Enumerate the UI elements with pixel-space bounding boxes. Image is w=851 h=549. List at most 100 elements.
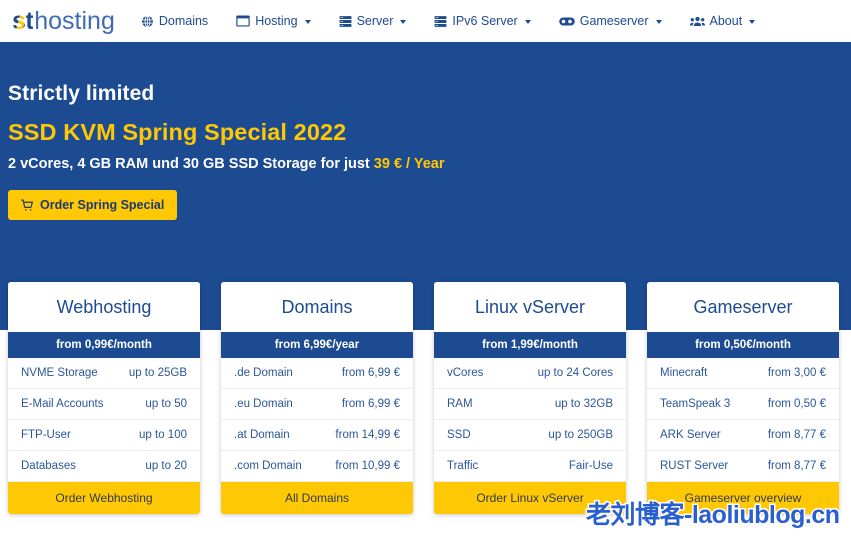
feature-row: E-Mail Accounts up to 50	[8, 389, 200, 420]
feature-label: Minecraft	[660, 367, 708, 379]
nav-item-about[interactable]: About	[689, 14, 756, 28]
nav-item-label: About	[709, 14, 743, 28]
feature-value: up to 25GB	[128, 367, 187, 379]
site-header: st hosting Domains Hosting Server IPv6 Serv…	[0, 0, 851, 42]
feature-row: .at Domain from 14,99 €	[221, 420, 413, 451]
page-root: st hosting Domains Hosting Server IPv6 Serv…	[0, 0, 851, 549]
feature-value: up to 24 Cores	[537, 367, 613, 379]
order-spring-special-label: Order Spring Special	[40, 198, 165, 212]
feature-label: Traffic	[447, 460, 479, 472]
feature-label: .at Domain	[234, 429, 290, 441]
feature-row: FTP-User up to 100	[8, 420, 200, 451]
pricing-card-webhosting: Webhosting from 0,99€/month NVME Storage up…	[8, 282, 200, 514]
feature-row: SSD up to 250GB	[434, 420, 626, 451]
feature-label: .eu Domain	[234, 398, 293, 410]
feature-value: from 6,99 €	[341, 398, 400, 410]
feature-value: up to 250GB	[548, 429, 613, 441]
feature-value: Fair-Use	[568, 460, 613, 472]
feature-value: from 3,00 €	[767, 367, 826, 379]
chevron-down-icon	[304, 20, 311, 24]
watermark: 老刘博客-laoliublog.cn	[585, 500, 842, 531]
feature-value: from 10,99 €	[335, 460, 400, 472]
server-rack-icon	[339, 15, 352, 28]
nav-item-label: Domains	[158, 14, 209, 28]
feature-row: .com Domain from 10,99 €	[221, 451, 413, 482]
feature-row: Databases up to 20	[8, 451, 200, 482]
pricing-card-price: from 1,99€/month	[434, 332, 626, 358]
feature-row: RAM up to 32GB	[434, 389, 626, 420]
pricing-card-title: Linux vServer	[434, 282, 626, 332]
feature-row: NVME Storage up to 25GB	[8, 358, 200, 389]
pricing-card-gameserver: Gameserver from 0,50€/month Minecraft from …	[647, 282, 839, 514]
people-icon	[689, 15, 705, 27]
feature-label: RUST Server	[660, 460, 729, 472]
hero-subtitle-text: 2 vCores, 4 GB RAM und 30 GB SSD Storage…	[8, 156, 374, 172]
globe-icon	[141, 15, 154, 28]
pricing-card-title: Domains	[221, 282, 413, 332]
nav-item-gameserver[interactable]: Gameserver	[558, 14, 662, 28]
hero-title: SSD KVM Spring Special 2022	[8, 119, 347, 145]
feature-row: .de Domain from 6,99 €	[221, 358, 413, 389]
feature-row: vCores up to 24 Cores	[434, 358, 626, 389]
nav-item-server[interactable]: Server	[339, 14, 407, 28]
feature-value: up to 20	[145, 460, 187, 472]
logo-mark: st	[12, 6, 34, 35]
nav-item-label: IPv6 Server	[452, 14, 518, 28]
chevron-down-icon	[524, 20, 531, 24]
pricing-card-domains: Domains from 6,99€/year .de Domain from 6,9…	[221, 282, 413, 514]
browser-icon	[236, 15, 250, 27]
feature-row: ARK Server from 8,77 €	[647, 420, 839, 451]
pricing-card-title: Webhosting	[8, 282, 200, 332]
site-logo[interactable]: st hosting	[12, 6, 115, 35]
feature-value: from 8,77 €	[767, 429, 826, 441]
chevron-down-icon	[749, 20, 756, 24]
feature-label: NVME Storage	[21, 367, 98, 379]
gamepad-icon	[558, 16, 575, 27]
feature-value: up to 100	[139, 429, 187, 441]
feature-row: Minecraft from 3,00 €	[647, 358, 839, 389]
nav-item-hosting[interactable]: Hosting	[236, 14, 311, 28]
feature-row: RUST Server from 8,77 €	[647, 451, 839, 482]
feature-label: Databases	[21, 460, 76, 472]
nav-item-label: Gameserver	[579, 14, 649, 28]
feature-row: .eu Domain from 6,99 €	[221, 389, 413, 420]
feature-label: TeamSpeak 3	[660, 398, 731, 410]
pricing-card-price: from 0,50€/month	[647, 332, 839, 358]
feature-label: FTP-User	[21, 429, 71, 441]
chevron-down-icon	[655, 20, 662, 24]
logo-wordmark: hosting	[34, 6, 115, 35]
pricing-cards: Webhosting from 0,99€/month NVME Storage up…	[8, 282, 843, 514]
feature-label: vCores	[447, 367, 484, 379]
server-rack-icon	[434, 15, 447, 28]
hero-price-highlight: 39 € / Year	[373, 156, 445, 172]
pricing-card-price: from 6,99€/year	[221, 332, 413, 358]
feature-row: Traffic Fair-Use	[434, 451, 626, 482]
pricing-card-price: from 0,99€/month	[8, 332, 200, 358]
nav-item-label: Server	[356, 14, 394, 28]
feature-label: SSD	[447, 429, 471, 441]
pricing-card-linux-vserver: Linux vServer from 1,99€/month vCores up to…	[434, 282, 626, 514]
feature-label: .com Domain	[234, 460, 302, 472]
feature-value: from 14,99 €	[335, 429, 400, 441]
nav-item-domains[interactable]: Domains	[141, 14, 208, 28]
feature-label: E-Mail Accounts	[21, 398, 104, 410]
pricing-card-title: Gameserver	[647, 282, 839, 332]
feature-value: from 8,77 €	[767, 460, 826, 472]
feature-row: TeamSpeak 3 from 0,50 €	[647, 389, 839, 420]
feature-label: ARK Server	[660, 429, 721, 441]
shopping-cart-icon	[21, 198, 34, 212]
order-spring-special-button[interactable]: Order Spring Special	[8, 190, 178, 220]
hero-subtitle: 2 vCores, 4 GB RAM und 30 GB SSD Storage…	[8, 156, 851, 172]
feature-label: RAM	[447, 398, 473, 410]
feature-label: .de Domain	[234, 367, 293, 379]
chevron-down-icon	[400, 20, 407, 24]
nav-item-ipv6-server[interactable]: IPv6 Server	[434, 14, 531, 28]
hero-kicker: Strictly limited	[8, 82, 155, 105]
main-navigation: Domains Hosting Server IPv6 Server Gameserve…	[141, 14, 783, 28]
feature-value: from 6,99 €	[341, 367, 400, 379]
feature-value: up to 50	[145, 398, 187, 410]
nav-item-label: Hosting	[255, 14, 298, 28]
pricing-card-cta-button[interactable]: All Domains	[221, 482, 413, 514]
pricing-card-cta-button[interactable]: Order Webhosting	[8, 482, 200, 514]
feature-value: from 0,50 €	[767, 398, 826, 410]
